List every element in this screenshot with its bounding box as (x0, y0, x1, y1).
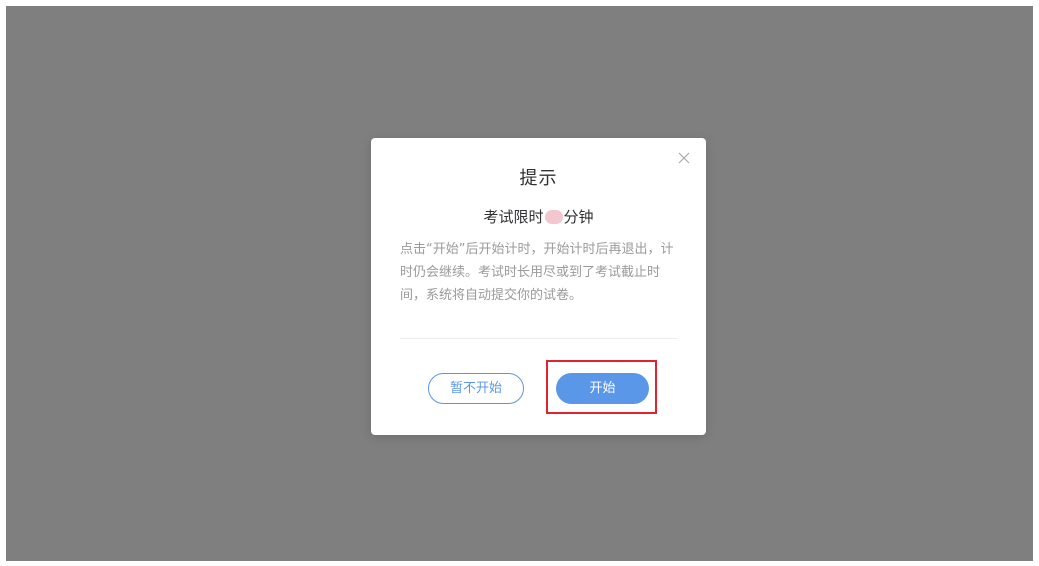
start-button[interactable]: 开始 (556, 373, 649, 404)
dialog-title: 提示 (519, 168, 558, 189)
time-limit-prefix: 考试限时 (483, 208, 544, 226)
redacted-minutes (544, 210, 563, 224)
start-exam-dialog: 提示 考试限时 分钟 点击“开始”后开始计时，开始计时后再退出，计时仍会继续。考试… (371, 138, 706, 435)
exam-time-limit: 考试限时 分钟 (371, 206, 706, 227)
divider (400, 338, 677, 339)
not-start-button[interactable]: 暂不开始 (428, 373, 524, 404)
dialog-description: 点击“开始”后开始计时，开始计时后再退出，计时仍会继续。考试时长用尽或到了考试截… (400, 242, 674, 303)
time-limit-suffix: 分钟 (563, 208, 594, 226)
